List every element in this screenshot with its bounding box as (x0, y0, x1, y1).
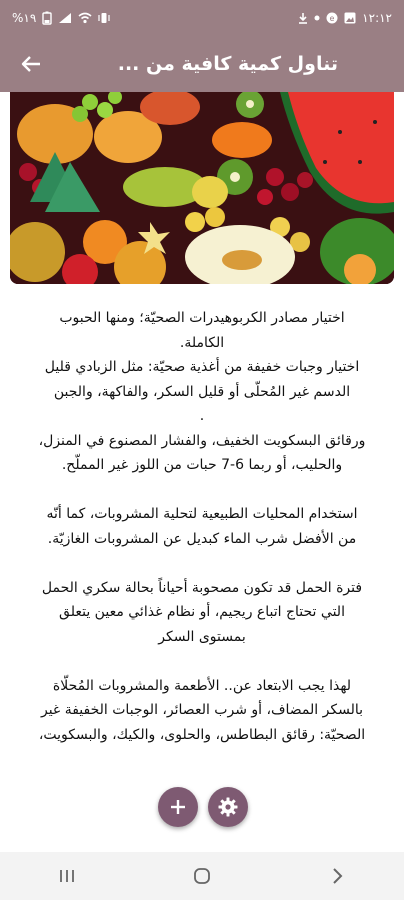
fruit-hero-image (10, 92, 394, 284)
signal-icon (59, 13, 72, 23)
article-line: اختيار مصادر الكربوهيدرات الصحيّة؛ ومنها… (59, 310, 345, 326)
article-line: اختيار وجبات خفيفة من أغذية صحيّة: مثل ا… (44, 359, 360, 375)
notification-icon: e (326, 12, 338, 24)
gear-icon (218, 797, 238, 817)
article-line: من الأفضل شرب الماء كبديل عن المشروبات ا… (47, 530, 357, 547)
back-button[interactable] (14, 47, 48, 81)
vibrate-icon (98, 13, 110, 23)
home-icon (194, 868, 210, 884)
article-body: اختيار مصادر الكربوهيدرات الصحيّة؛ ومنها… (16, 306, 388, 852)
gallery-icon (344, 12, 356, 24)
page-title: تناول كمية كافية من ... (117, 53, 338, 75)
article-line: الصحيّة: رقائق البطاطس، والحلوى، والكيك،… (38, 726, 366, 743)
status-left: %١٩ (12, 11, 110, 25)
article-line: فترة الحمل قد تكون مصحوبة أحياناً بحالة … (41, 579, 363, 596)
system-back-button[interactable] (307, 856, 367, 896)
article-line: بالسكر المضاف، أو شرب العصائر، الوجبات ا… (40, 702, 364, 718)
article-line: ورقائق البسكويت الخفيف، والفشار المصنوع … (38, 432, 366, 449)
settings-button[interactable] (208, 787, 248, 827)
add-button[interactable] (158, 787, 198, 827)
svg-text:e: e (330, 14, 335, 23)
battery-icon (42, 11, 52, 25)
recents-icon (60, 870, 75, 882)
status-bar: %١٩ e ١٢:١٢ (0, 0, 404, 36)
fruit-illustration (10, 92, 394, 284)
article-line: التي تحتاج اتباع ريجيم، أو نظام غذائي مع… (59, 604, 345, 620)
article-line: والحليب، أو ربما 6-7 حبات من اللوز غير ا… (61, 457, 343, 473)
app-bar: تناول كمية كافية من ... (0, 36, 404, 92)
article-line: لهذا يجب الابتعاد عن.. الأطعمة والمشروبا… (52, 677, 352, 694)
article-line: الدسم غير المُحلّى أو قليل السكر، والفاك… (53, 383, 351, 400)
recents-button[interactable] (37, 856, 97, 896)
dot-icon (314, 15, 320, 21)
arrow-back-icon (21, 56, 40, 72)
clock: ١٢:١٢ (362, 11, 392, 25)
article-line: بمستوى السكر (158, 628, 246, 645)
article-line: . (199, 408, 205, 424)
battery-percent: %١٩ (12, 11, 37, 25)
plus-icon (171, 800, 185, 814)
system-nav-bar (0, 852, 404, 900)
download-icon (299, 13, 308, 24)
home-button[interactable] (172, 856, 232, 896)
article-line: استخدام المحليات الطبيعية لتحلية المشروب… (46, 506, 358, 522)
article-line: الكاملة. (179, 334, 225, 351)
wifi-icon (78, 12, 92, 24)
chevron-back-icon (332, 868, 343, 884)
status-right: e ١٢:١٢ (298, 11, 392, 25)
